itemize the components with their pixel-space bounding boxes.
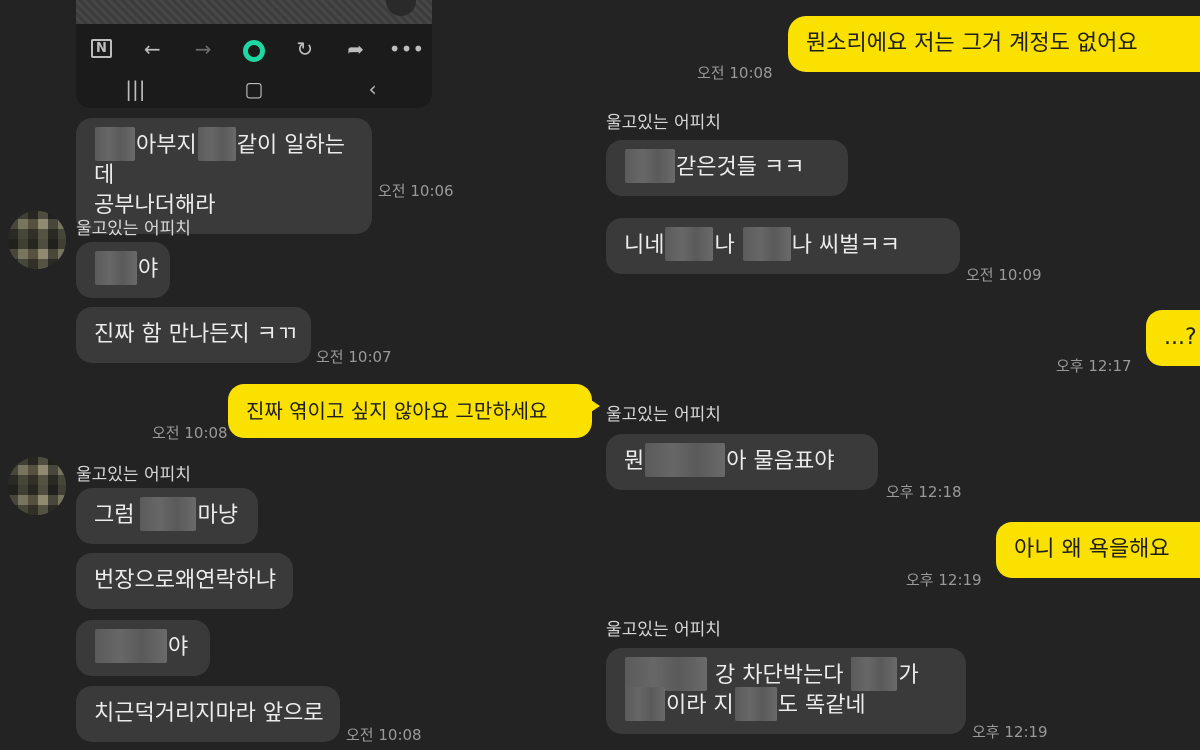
blurred-text — [851, 657, 898, 691]
sender-name: 울고있는 어피치 — [606, 405, 721, 425]
message-text: 진짜 함 만나든지 ㅋㄲ — [94, 322, 298, 347]
blurred-text — [95, 127, 135, 161]
my-message-bubble[interactable]: 아니 왜 욕을해요 — [996, 522, 1200, 578]
forward-arrow-icon: → — [194, 37, 212, 61]
my-message-bubble[interactable]: 진짜 엮이고 싶지 않아요 그만하세요 — [228, 384, 600, 438]
message-bubble[interactable]: 뭔 아 물음표야 — [606, 434, 878, 490]
avatar[interactable] — [8, 211, 66, 269]
blurred-text — [625, 149, 675, 183]
message-text: 번장으로왜연락하냐 — [94, 568, 277, 593]
my-message-bubble[interactable]: 뭔소리에요 저는 그거 계정도 없어요 — [788, 16, 1200, 72]
message-text: 진짜 엮이고 싶지 않아요 그만하세요 — [246, 399, 548, 423]
message-bubble[interactable]: 치근덕거리지마라 앞으로 — [76, 686, 340, 742]
message-text: 야 — [138, 257, 159, 282]
back-chevron-icon: ‹ — [368, 77, 377, 101]
message-timestamp: 오후 12:17 — [1056, 357, 1132, 375]
message-bubble[interactable]: 야 — [76, 242, 170, 298]
message-timestamp: 오전 10:08 — [152, 424, 228, 442]
screenshot-image-area — [76, 0, 432, 24]
my-message-bubble[interactable]: ...? — [1146, 310, 1200, 366]
message-bubble[interactable]: 갇은것들 ㅋㅋ — [606, 140, 848, 196]
message-timestamp: 오후 12:19 — [972, 723, 1048, 741]
refresh-icon: ↻ — [296, 37, 314, 61]
message-text: 강 차단박는다 — [715, 663, 844, 688]
recent-apps-icon: ||| — [125, 77, 146, 101]
message-timestamp: 오후 12:18 — [886, 483, 962, 501]
message-text: 마냥 — [197, 503, 238, 528]
blurred-text — [665, 227, 714, 261]
blurred-text — [197, 127, 236, 161]
message-text: 나 — [714, 233, 735, 258]
message-text: 야 — [168, 635, 189, 660]
message-bubble[interactable]: 야 — [76, 620, 210, 676]
browser-toolbar: N ← → ↻ ➦ ••• — [76, 32, 432, 66]
message-bubble[interactable]: 니네 나 나 씨벌ㅋㅋ — [606, 218, 960, 274]
sender-name: 울고있는 어피치 — [76, 465, 191, 485]
message-bubble[interactable]: 번장으로왜연락하냐 — [76, 553, 293, 609]
message-text: 아부지 — [136, 133, 197, 158]
message-text: 가 — [898, 663, 919, 688]
message-text: 나 씨벌ㅋㅋ — [791, 233, 900, 258]
blurred-text — [742, 227, 791, 261]
message-bubble[interactable]: 강 차단박는다 가 이라 지 도 똑같네 — [606, 648, 966, 734]
message-text: 니네 — [624, 233, 665, 258]
sender-name: 울고있는 어피치 — [606, 113, 721, 133]
android-nav-bar: ||| ▢ ‹ — [76, 72, 432, 106]
blurred-text — [645, 443, 726, 477]
chat-panel-right: 뭔소리에요 저는 그거 계정도 없어요 오전 10:08 울고있는 어피치 갇은… — [600, 0, 1200, 750]
message-bubble[interactable]: 그럼 마냥 — [76, 488, 258, 544]
message-timestamp: 오전 10:08 — [697, 64, 773, 82]
home-icon: ▢ — [244, 77, 264, 101]
message-timestamp: 오후 12:19 — [906, 571, 982, 589]
message-text: 뭔 — [624, 449, 645, 474]
chat-panel-left: N ← → ↻ ➦ ••• ||| ▢ ‹ 아부지 같이 일하는데 공부나더해라 … — [0, 0, 600, 750]
n-box-icon: N — [81, 32, 121, 66]
blurred-text — [625, 657, 707, 691]
back-arrow-icon: ← — [143, 37, 161, 61]
message-text: 도 똑같네 — [777, 693, 866, 718]
blurred-text — [140, 497, 197, 531]
blurred-text — [95, 251, 137, 285]
message-text: 갇은것들 ㅋㅋ — [676, 155, 805, 180]
blurred-text — [734, 687, 777, 721]
message-timestamp: 오전 10:09 — [966, 266, 1042, 284]
message-text: 뭔소리에요 저는 그거 계정도 없어요 — [806, 31, 1138, 56]
sender-name: 울고있는 어피치 — [606, 620, 721, 640]
blurred-text — [95, 629, 167, 663]
message-timestamp: 오전 10:06 — [378, 182, 454, 200]
sender-name: 울고있는 어피치 — [76, 219, 191, 239]
message-timestamp: 오전 10:07 — [316, 348, 392, 366]
message-text: 그럼 — [94, 503, 135, 528]
shared-screenshot[interactable]: N ← → ↻ ➦ ••• ||| ▢ ‹ — [76, 0, 432, 108]
home-circle-icon — [234, 32, 274, 66]
share-icon: ➦ — [347, 37, 365, 61]
message-text: 치근덕거리지마라 앞으로 — [94, 701, 324, 726]
message-text: 아 물음표야 — [726, 449, 835, 474]
message-timestamp: 오전 10:08 — [346, 726, 422, 744]
blurred-text — [625, 687, 665, 721]
message-text: ...? — [1164, 325, 1197, 350]
message-text: 아니 왜 욕을해요 — [1014, 537, 1170, 562]
message-bubble[interactable]: 진짜 함 만나든지 ㅋㄲ — [76, 307, 311, 363]
more-dots-icon: ••• — [388, 37, 425, 61]
message-text: 이라 지 — [666, 693, 734, 718]
avatar[interactable] — [8, 457, 66, 515]
